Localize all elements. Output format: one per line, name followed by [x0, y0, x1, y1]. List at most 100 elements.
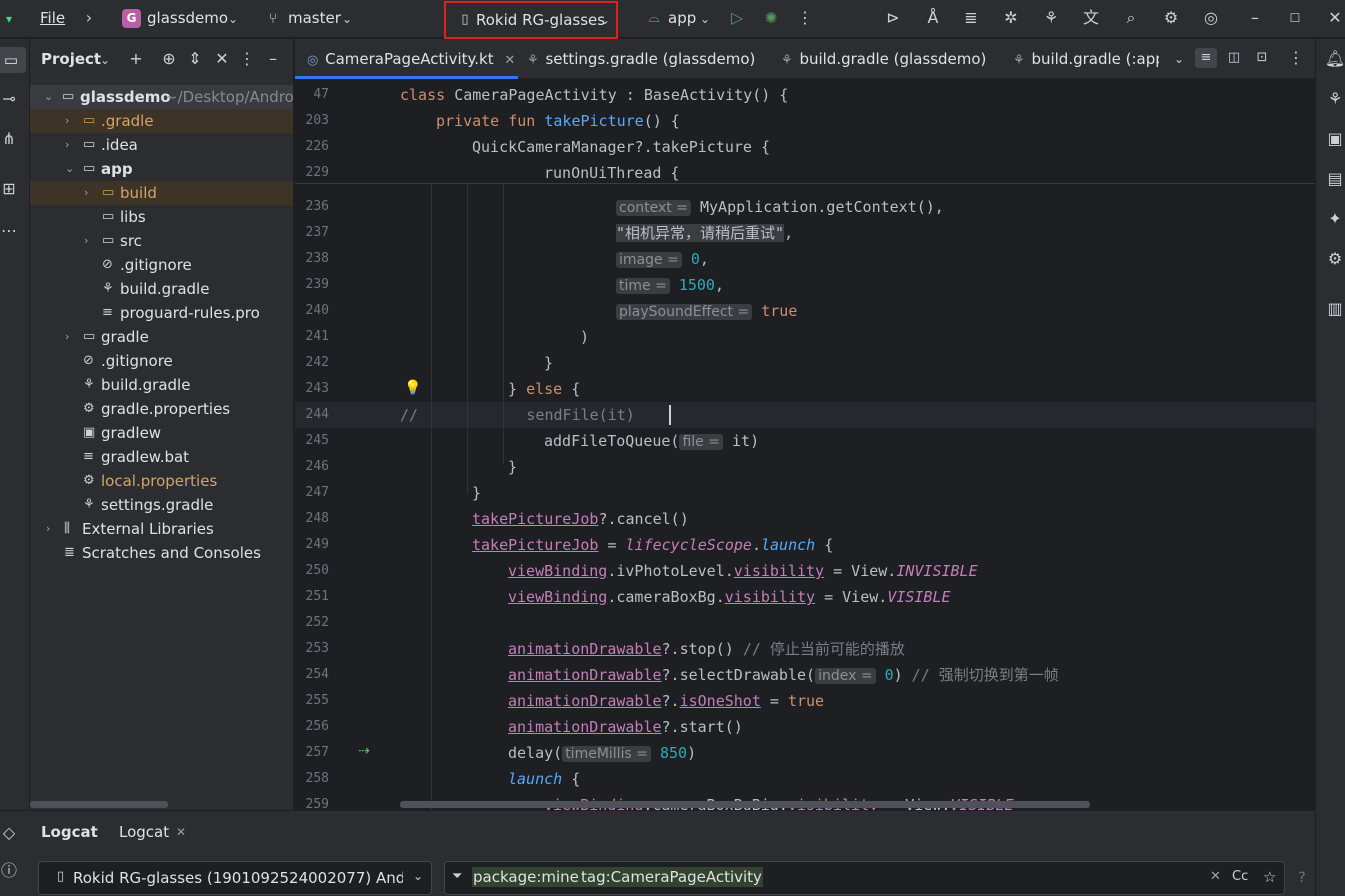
tree-item[interactable]: ⚘ build.gradle	[30, 373, 293, 397]
logcat-filter-field[interactable]: ⏷ package:mine tag:CameraPageActivity ✕ …	[444, 861, 1285, 895]
sticky-code-line[interactable]: runOnUiThread {	[400, 160, 679, 186]
tree-item[interactable]: › ▭ build	[30, 181, 293, 205]
assistant-icon[interactable]: ▥	[1324, 299, 1345, 319]
tree-item[interactable]: ⊘ .gitignore	[30, 253, 293, 277]
tab-build-gradle-app[interactable]: ⚘ build.gradle (:app)	[1013, 39, 1159, 79]
tree-item[interactable]: › ▭ gradle	[30, 325, 293, 349]
tree-item[interactable]: ⊘ .gitignore	[30, 349, 293, 373]
expand-all-icon[interactable]: ⇕	[184, 49, 206, 69]
code-line[interactable]: )	[400, 324, 589, 350]
code-line[interactable]: image = 0,	[400, 246, 709, 272]
code-line[interactable]: playSoundEffect = true	[400, 298, 797, 324]
code-line[interactable]: takePictureJob?.cancel()	[400, 506, 689, 532]
structure-icon[interactable]: ⋔	[0, 129, 20, 149]
gradle-sync-icon[interactable]: ⚘	[1040, 8, 1062, 28]
code-line[interactable]: delay(timeMillis = 850)	[400, 740, 696, 766]
chevron-right-icon[interactable]: ›	[65, 133, 69, 157]
tree-item[interactable]: › ▭ .idea	[30, 133, 293, 157]
tree-item[interactable]: ≡ proguard-rules.pro	[30, 301, 293, 325]
settings-gear-icon[interactable]: ⚙	[1160, 8, 1182, 28]
tab-camera-page-activity[interactable]: ◎ CameraPageActivity.kt ✕	[295, 39, 518, 79]
branch-button[interactable]: master	[288, 9, 341, 27]
project-panel-title[interactable]: Project	[41, 50, 101, 68]
device-selector[interactable]: ▯ Rokid RG-glasses ⌄	[444, 1, 618, 39]
code-line[interactable]: animationDrawable?.selectDrawable(index …	[400, 662, 1059, 688]
code-line[interactable]: launch {	[400, 766, 580, 792]
device-select[interactable]: ▯ Rokid RG-glasses (1901092524002077) An…	[38, 861, 432, 895]
split-view-icon[interactable]: ◫	[1223, 48, 1245, 68]
chevron-right-icon[interactable]: ›	[65, 325, 69, 349]
code-line[interactable]: // sendFile(it)	[400, 402, 635, 428]
search-icon[interactable]: ⌕	[1120, 8, 1142, 28]
more-vertical-icon[interactable]: ⋮	[794, 8, 816, 28]
sync-list-icon[interactable]: ≣	[960, 8, 982, 28]
code-line[interactable]: context = MyApplication.getContext(),	[400, 194, 944, 220]
tab-build-gradle-project[interactable]: ⚘ build.gradle (glassdemo)	[781, 39, 991, 79]
minimize-icon[interactable]: –	[1244, 8, 1266, 28]
gradle-icon[interactable]: ⚘	[1324, 89, 1345, 109]
run-config-button[interactable]: app	[668, 9, 696, 27]
tree-item[interactable]: › ⫼ External Libraries	[30, 517, 293, 541]
code-line[interactable]: viewBinding.ivPhotoLevel.visibility = Vi…	[400, 558, 978, 584]
translate-icon[interactable]: 文	[1080, 8, 1102, 28]
tree-item[interactable]: ⚙ gradle.properties	[30, 397, 293, 421]
tree-item[interactable]: ≡ gradlew.bat	[30, 445, 293, 469]
code-view-icon[interactable]: ≡	[1195, 48, 1217, 68]
tree-item[interactable]: ⌄ ▭ app	[30, 157, 293, 181]
translate-check-icon[interactable]: Å	[922, 8, 944, 28]
chevron-right-icon[interactable]: ›	[46, 517, 50, 541]
device-manager-icon[interactable]: ▣	[1324, 129, 1345, 149]
lightbulb-icon[interactable]: 💡	[402, 378, 424, 398]
locate-icon[interactable]: ⊕	[158, 49, 180, 69]
code-line[interactable]: animationDrawable?.stop() // 停止当前可能的播放	[400, 636, 905, 662]
run-icon[interactable]: ▷	[726, 8, 748, 28]
tree-item[interactable]: ≣ Scratches and Consoles	[30, 541, 293, 565]
horizontal-scrollbar[interactable]	[30, 801, 168, 808]
project-name-button[interactable]: glassdemo	[147, 9, 228, 27]
notifications-icon[interactable]: 🔔︎	[1324, 49, 1345, 69]
tree-item[interactable]: › ▭ .gradle	[30, 109, 293, 133]
code-line[interactable]: } else {	[400, 376, 580, 402]
code-line[interactable]: "相机异常，请稍后重试",	[400, 220, 793, 246]
chevron-right-icon[interactable]: ›	[84, 229, 88, 253]
tree-root[interactable]: ⌄ ▭ glassdemo ~/Desktop/Android	[30, 85, 293, 109]
problems-icon[interactable]: ⓘ	[0, 861, 20, 881]
resource-manager-icon[interactable]: ⊞	[0, 179, 20, 199]
match-case-toggle[interactable]: Cc	[1232, 869, 1248, 884]
maximize-icon[interactable]: ☐	[1284, 8, 1306, 28]
logcat-diamond-icon[interactable]: ◇	[0, 823, 20, 843]
tree-item[interactable]: ▣ gradlew	[30, 421, 293, 445]
suspend-call-icon[interactable]: ⇢	[353, 741, 375, 761]
code-line[interactable]: animationDrawable?.isOneShot = true	[400, 688, 824, 714]
logcat-tab[interactable]: Logcat	[119, 823, 169, 841]
clear-filter-icon[interactable]: ✕	[1210, 869, 1221, 884]
project-tool-icon[interactable]: ▭	[0, 47, 26, 73]
tree-item[interactable]: ⚙ local.properties	[30, 469, 293, 493]
running-devices-icon[interactable]: ⚙	[1324, 249, 1345, 269]
favorite-filter-icon[interactable]: ☆	[1263, 868, 1276, 886]
tree-item[interactable]: › ▭ src	[30, 229, 293, 253]
options-icon[interactable]: ⋮	[236, 49, 258, 69]
chevron-right-icon[interactable]: ›	[65, 109, 69, 133]
code-line[interactable]: time = 1500,	[400, 272, 724, 298]
editor-horizontal-scrollbar[interactable]	[400, 801, 1090, 808]
account-icon[interactable]: ◎	[1200, 8, 1222, 28]
device-mirroring-icon[interactable]: ▤	[1324, 169, 1345, 189]
add-icon[interactable]: +	[125, 49, 147, 69]
code-line[interactable]: }	[400, 480, 481, 506]
tab-settings-gradle[interactable]: ⚘ settings.gradle (glassdemo)	[527, 39, 767, 79]
close-tab-icon[interactable]: ✕	[504, 53, 515, 68]
editor-options-icon[interactable]: ⋮	[1285, 48, 1307, 68]
code-line[interactable]: }	[400, 454, 517, 480]
tree-item[interactable]: ▭ libs	[30, 205, 293, 229]
commit-icon[interactable]: ⊸	[0, 89, 20, 109]
design-view-icon[interactable]: ⊡	[1251, 48, 1273, 68]
code-line[interactable]: animationDrawable?.start()	[400, 714, 743, 740]
close-icon[interactable]: ✕	[1324, 8, 1345, 28]
tree-item[interactable]: ⚘ build.gradle	[30, 277, 293, 301]
tree-item[interactable]: ⚘ settings.gradle	[30, 493, 293, 517]
gemini-icon[interactable]: ✦	[1324, 209, 1345, 229]
code-line[interactable]: addFileToQueue(file = it)	[400, 428, 759, 454]
sticky-code-line[interactable]: private fun takePicture() {	[400, 108, 680, 134]
hide-panel-icon[interactable]: –	[262, 49, 284, 69]
